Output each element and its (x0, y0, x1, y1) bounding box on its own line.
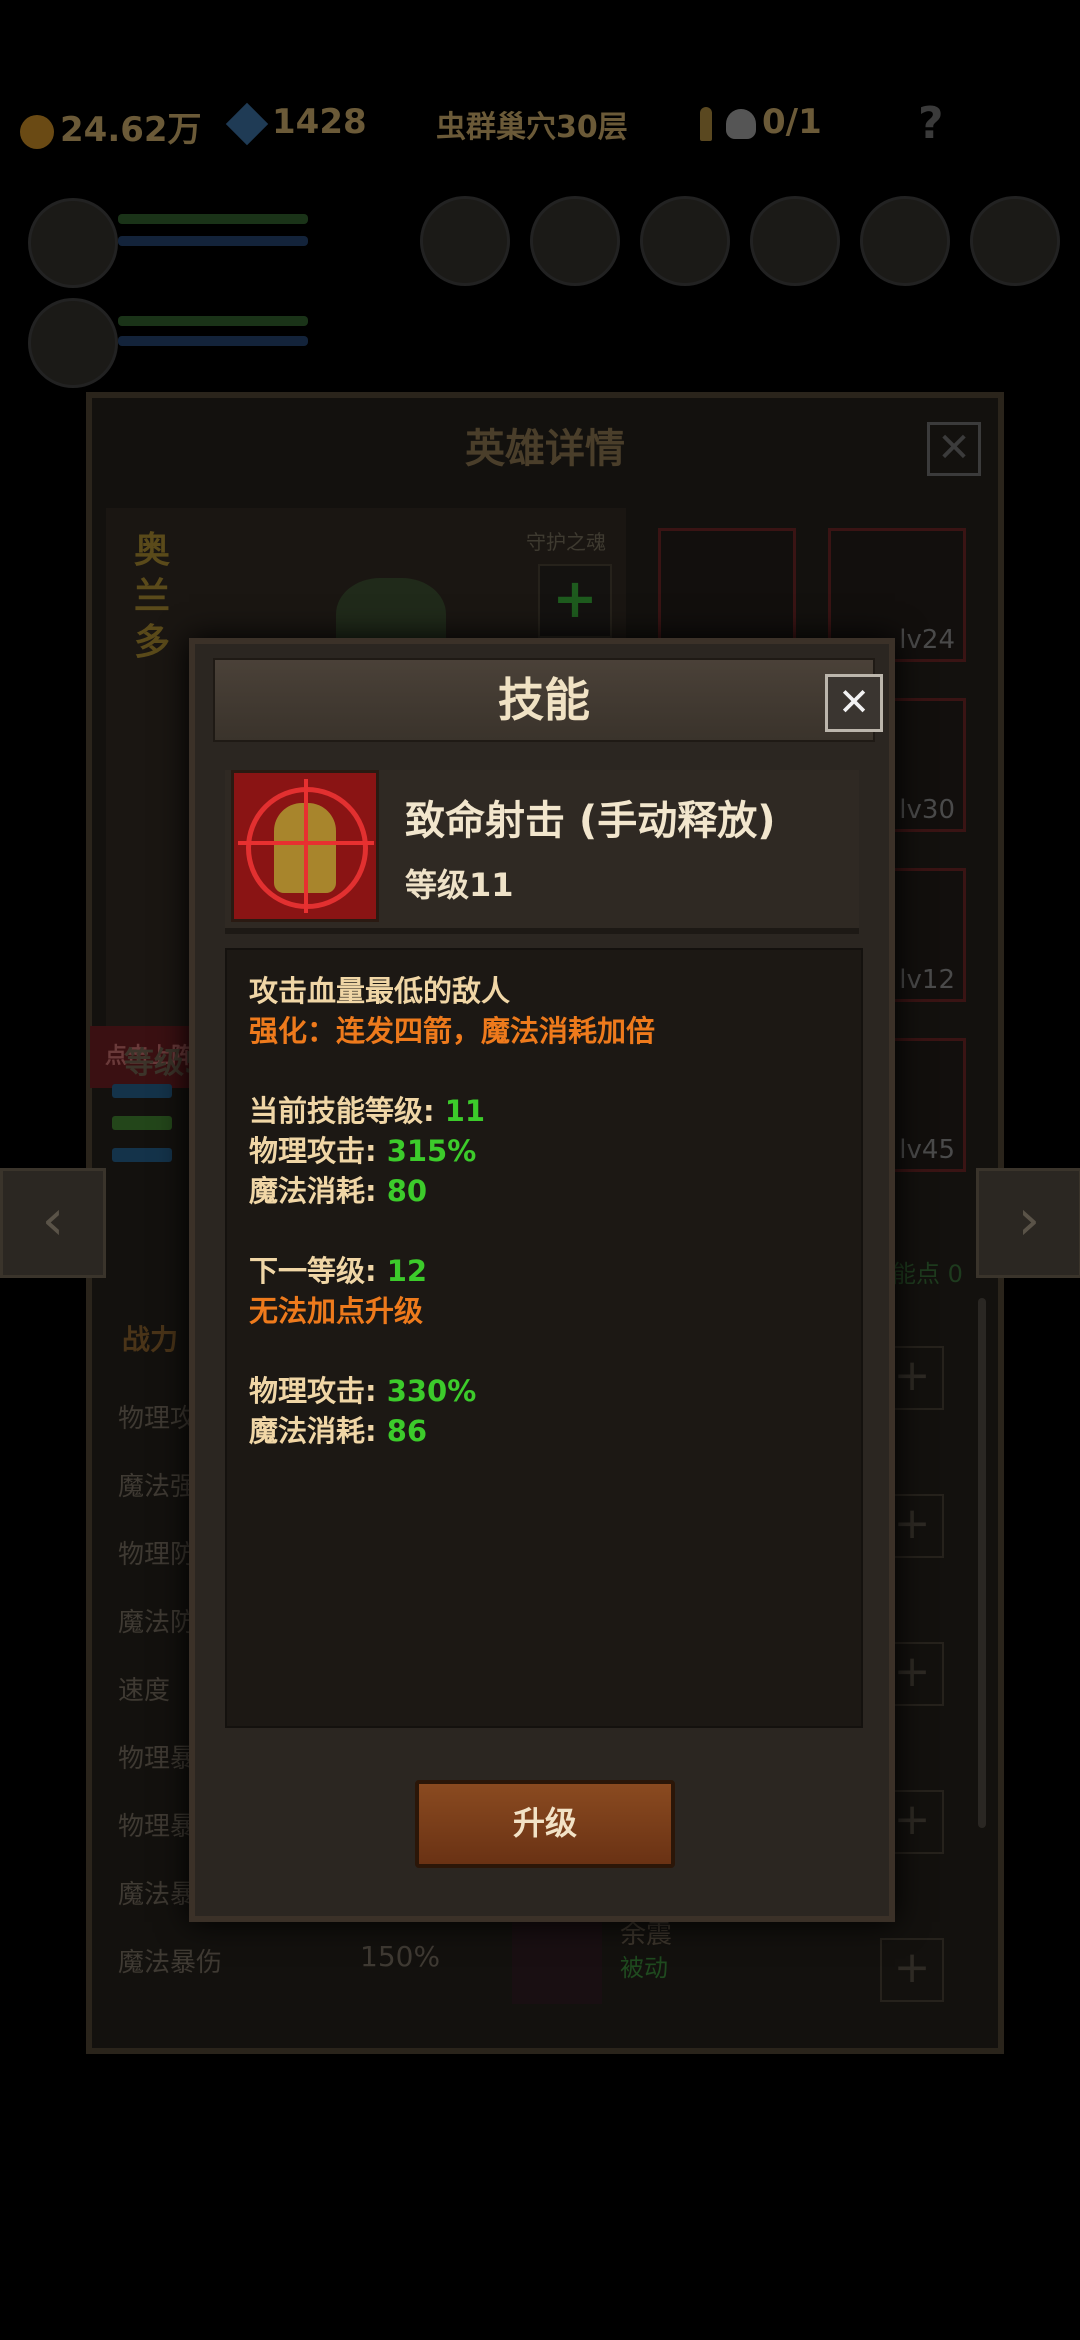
hero-panel-title: 英雄详情 (465, 426, 625, 472)
stat-bar (112, 1084, 172, 1098)
skill-effect-text: 攻击血量最低的敌人 (249, 974, 511, 1008)
hero-stat-bars (112, 1084, 172, 1204)
stat-value: 150% (360, 1940, 441, 1973)
physical-attack-value: 315% (386, 1134, 477, 1168)
gold-counter: 24.62万 (20, 102, 202, 151)
party-hp-bar (118, 214, 308, 224)
stat-name: 魔法暴伤 (118, 1948, 223, 1978)
next-mana-cost-row: 魔法消耗: 86 (249, 1414, 428, 1448)
previous-hero-arrow[interactable]: ‹ (0, 1168, 106, 1278)
skill-enhance-text: 强化：连发四箭，魔法消耗加倍 (249, 1014, 656, 1048)
equipment-level: lv45 (899, 1135, 955, 1165)
key-icon (700, 106, 712, 141)
help-button[interactable]: ? (918, 98, 944, 149)
party-hero-avatar[interactable] (28, 198, 118, 288)
skill-summary: 致命射击 (手动释放) 等级11 (225, 770, 859, 934)
close-button[interactable]: ✕ (825, 674, 883, 732)
skill-points-label: 能点 0 (892, 1260, 963, 1288)
plus-icon: + (552, 567, 598, 630)
equipment-level: lv24 (899, 625, 955, 655)
skill-plus-button[interactable]: + (880, 1938, 944, 2002)
party-hp-bar (118, 316, 308, 326)
cannot-upgrade-text: 无法加点升级 (249, 1294, 424, 1328)
skill-dialog: 技能 ✕ 致命射击 (手动释放) 等级11 攻击血量最低的敌人 强化：连发四箭，… (189, 638, 895, 1922)
next-physical-attack-row: 物理攻击: 330% (249, 1374, 477, 1408)
next-physical-attack-value: 330% (386, 1374, 477, 1408)
next-level-value: 12 (386, 1254, 428, 1288)
crosshair-armor-icon (231, 770, 379, 922)
skill-icon[interactable] (512, 1914, 602, 2004)
party-mp-bar (118, 236, 308, 246)
skill-dialog-title: 技能 (498, 673, 590, 727)
upgrade-button[interactable]: 升级 (415, 1780, 675, 1868)
next-hero-arrow[interactable]: › (976, 1168, 1080, 1278)
current-level-value: 11 (444, 1094, 486, 1128)
mana-cost-row: 魔法消耗: 80 (249, 1174, 428, 1208)
stat-name: 魔法防 (118, 1608, 197, 1638)
party-slot-icon[interactable] (640, 196, 730, 286)
stat-name: 魔法暴 (118, 1880, 197, 1910)
party-slot-icon[interactable] (420, 196, 510, 286)
next-level-row: 下一等级: 12 (249, 1254, 428, 1288)
party-slot-icon[interactable] (530, 196, 620, 286)
skill-description: 攻击血量最低的敌人 强化：连发四箭，魔法消耗加倍 当前技能等级: 11 物理攻击… (225, 948, 863, 1728)
skull-icon (726, 108, 756, 139)
hero-panel-close-button[interactable]: ✕ (927, 422, 981, 476)
stat-name: 物理暴 (118, 1744, 197, 1774)
party-mp-bar (118, 336, 308, 346)
gem-counter: 1428 (225, 102, 367, 145)
skill-level: 等级11 (405, 866, 514, 904)
guard-soul-slot[interactable]: + (538, 564, 612, 638)
skill-type: 被动 (620, 1954, 668, 1982)
stat-name: 速度 (118, 1676, 171, 1706)
party-hero-avatar[interactable] (28, 298, 118, 388)
equipment-level: lv30 (899, 795, 955, 825)
stat-name: 物理防 (118, 1540, 197, 1570)
stat-name: 物理攻 (118, 1404, 197, 1434)
next-mana-cost-value: 86 (386, 1414, 428, 1448)
skull-counter: 0/1 (700, 102, 822, 142)
stat-name: 魔法强 (118, 1472, 197, 1502)
party-slot-icon[interactable] (970, 196, 1060, 286)
current-level-row: 当前技能等级: 11 (249, 1094, 486, 1128)
party-slot-icon[interactable] (860, 196, 950, 286)
gold-coin-icon (20, 114, 54, 149)
stat-bar (112, 1116, 172, 1130)
equipment-level: lv12 (899, 965, 955, 995)
gem-icon (225, 102, 269, 145)
top-resource-bar: 24.62万 1428 虫群巢穴30层 0/1 ? (0, 90, 1080, 160)
skill-list-scrollbar[interactable] (978, 1298, 986, 1828)
dungeon-floor-label: 虫群巢穴30层 (436, 110, 628, 145)
guard-soul-label: 守护之魂 (526, 530, 606, 554)
mana-cost-value: 80 (386, 1174, 428, 1208)
physical-attack-row: 物理攻击: 315% (249, 1134, 477, 1168)
combat-power-label: 战力 (122, 1323, 179, 1356)
stat-name: 物理暴 (118, 1812, 197, 1842)
stat-bar (112, 1148, 172, 1162)
skill-dialog-header: 技能 ✕ (213, 658, 883, 742)
hero-name: 奥兰多 (134, 530, 171, 663)
party-slot-icon[interactable] (750, 196, 840, 286)
skill-name: 致命射击 (手动释放) (405, 798, 776, 844)
